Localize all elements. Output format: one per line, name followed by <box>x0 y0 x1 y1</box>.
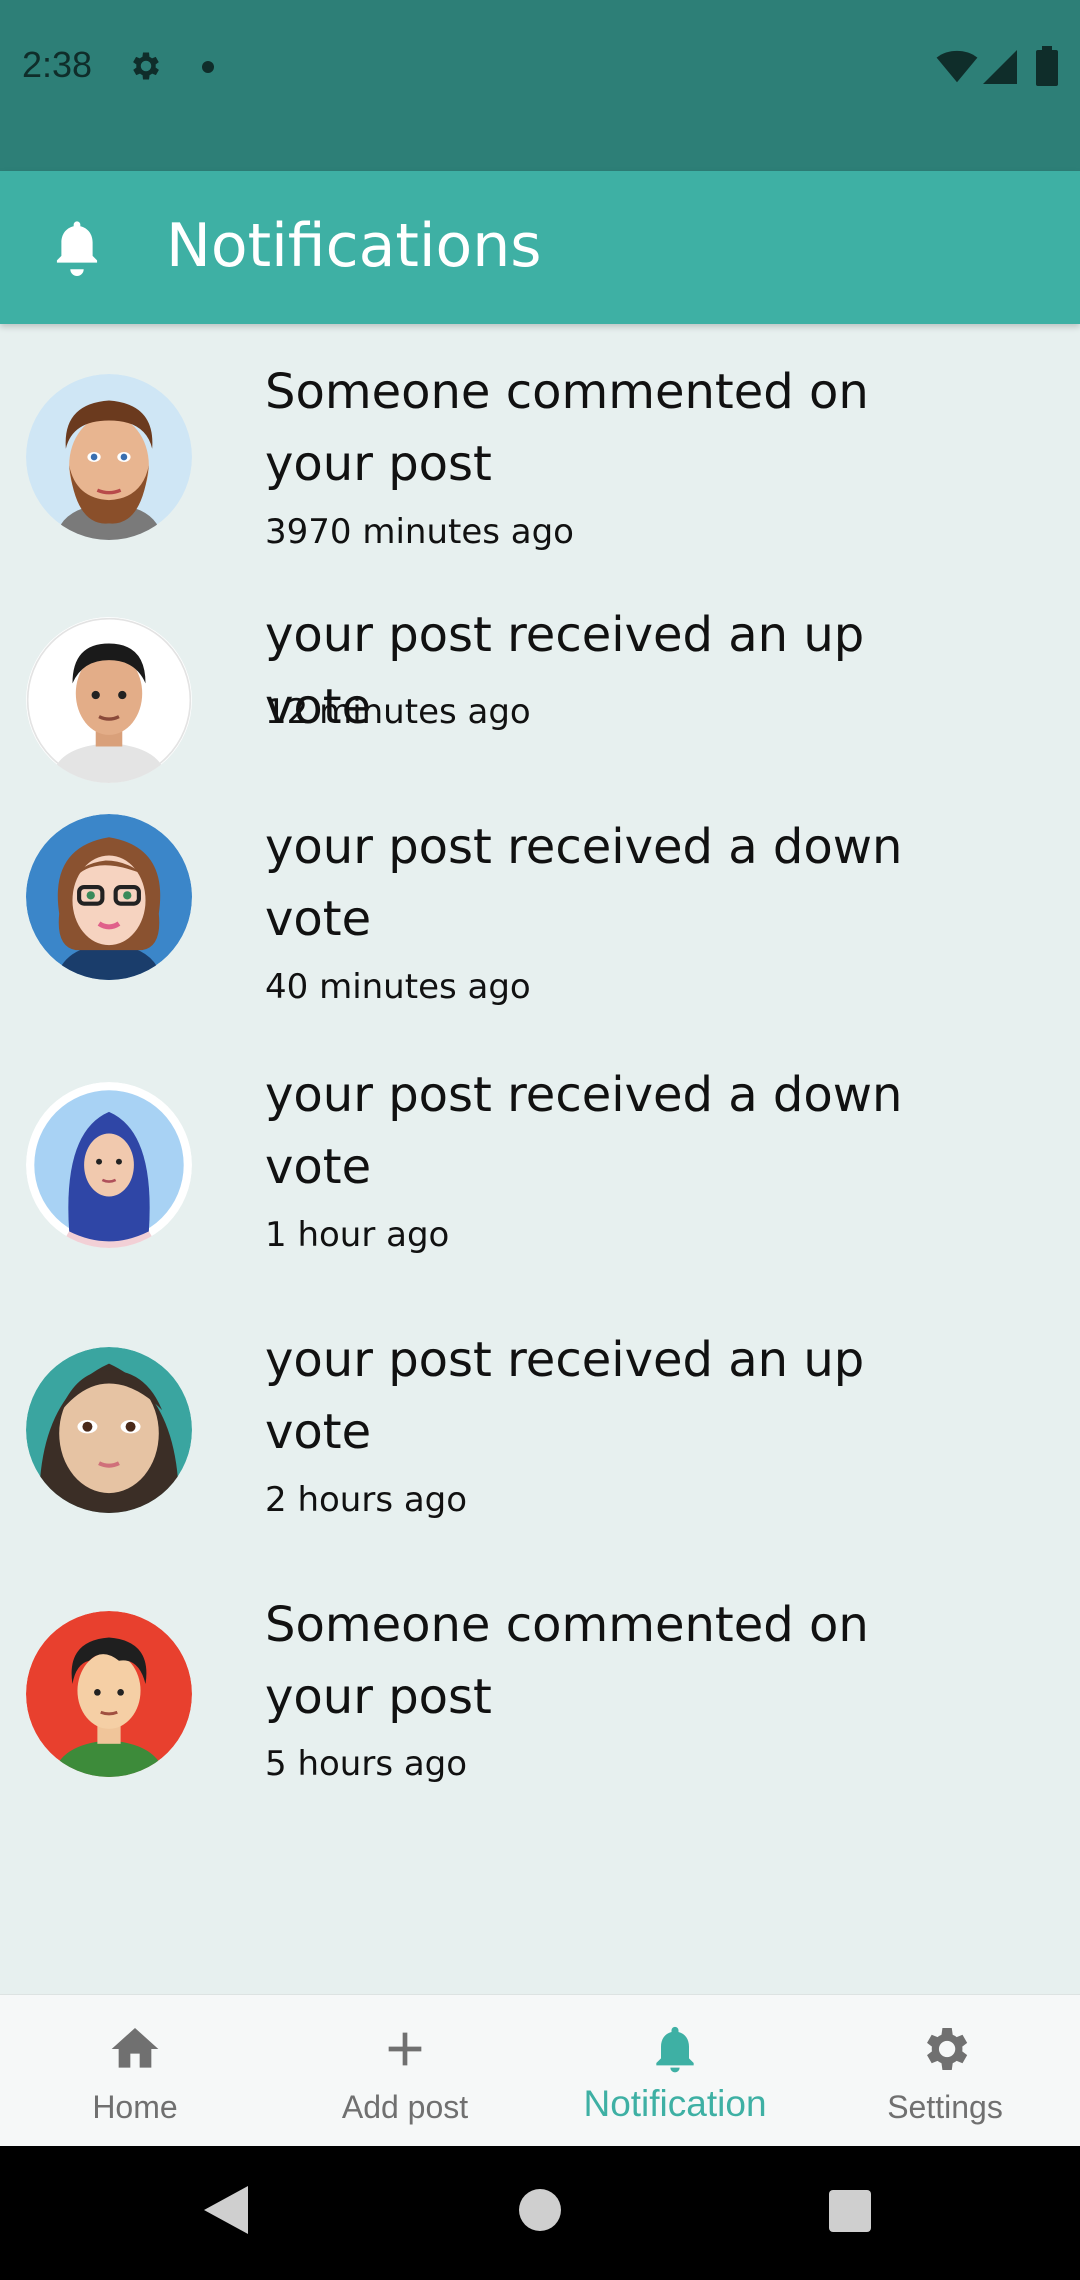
notification-item[interactable]: Someone commented on your post 5 hours a… <box>0 1574 1080 1839</box>
status-time: 2:38 <box>22 44 93 85</box>
app-bar: Notifications <box>0 171 1080 324</box>
notification-item[interactable]: your post received a down vote 1 hour ag… <box>0 1044 1080 1309</box>
notification-message: Someone commented on your post <box>265 364 869 492</box>
notification-item[interactable]: your post received a down vote 40 minute… <box>0 779 1080 1044</box>
notification-item[interactable]: your post received an up vote 2 hours ag… <box>0 1309 1080 1574</box>
nav-notification[interactable]: Notification <box>540 1995 810 2147</box>
woman-dark-hair-avatar <box>26 1347 192 1513</box>
battery-icon <box>1036 46 1058 86</box>
gear-icon <box>927 2028 968 2070</box>
notification-time: 1 hour ago <box>265 1215 450 1255</box>
notification-time: 12 minutes ago <box>265 692 531 732</box>
notification-message: Someone commented on your post <box>265 1597 869 1725</box>
bottom-navigation: Home Add post Notification Settings <box>0 1994 1080 2147</box>
bell-icon <box>656 2026 694 2073</box>
signal-icon <box>983 50 1017 84</box>
nav-home-label: Home <box>92 2089 178 2125</box>
notification-time: 5 hours ago <box>265 1744 468 1784</box>
wifi-icon <box>936 50 978 83</box>
notification-item[interactable]: your post received an up vote 12 minutes… <box>0 574 1080 783</box>
home-icon <box>111 2028 159 2068</box>
nav-add-post-label: Add post <box>341 2089 469 2125</box>
woman-glasses-avatar <box>26 814 192 980</box>
recents-button[interactable] <box>829 2190 871 2232</box>
man-avatar <box>26 617 192 783</box>
plus-icon <box>388 2032 422 2066</box>
page-title: Notifications <box>166 211 542 281</box>
nav-settings[interactable]: Settings <box>810 1995 1080 2147</box>
home-button[interactable] <box>519 2189 561 2231</box>
notification-time: 40 minutes ago <box>265 967 531 1007</box>
notification-dot-icon <box>202 61 214 73</box>
notification-message: your post received a down vote <box>265 1067 903 1195</box>
status-bar: 2:38 <box>0 0 1080 171</box>
nav-settings-label: Settings <box>887 2089 1003 2125</box>
system-navigation-bar <box>0 2146 1080 2280</box>
nav-notification-label: Notification <box>583 2083 767 2124</box>
nav-home[interactable]: Home <box>0 1995 270 2147</box>
back-icon[interactable] <box>204 2186 248 2234</box>
notification-message: your post received an up vote <box>265 1332 865 1460</box>
notification-message: your post received a down vote <box>265 819 903 947</box>
boy-avatar <box>26 1611 192 1777</box>
gear-icon <box>133 52 159 80</box>
notification-time: 2 hours ago <box>265 1480 468 1520</box>
woman-hijab-avatar <box>26 1082 192 1248</box>
notification-item[interactable]: Someone commented on your post 3970 minu… <box>0 324 1080 574</box>
nav-add-post[interactable]: Add post <box>270 1995 540 2147</box>
bearded-man-avatar <box>26 374 192 540</box>
bell-icon <box>56 221 98 276</box>
notification-time: 3970 minutes ago <box>265 512 574 552</box>
